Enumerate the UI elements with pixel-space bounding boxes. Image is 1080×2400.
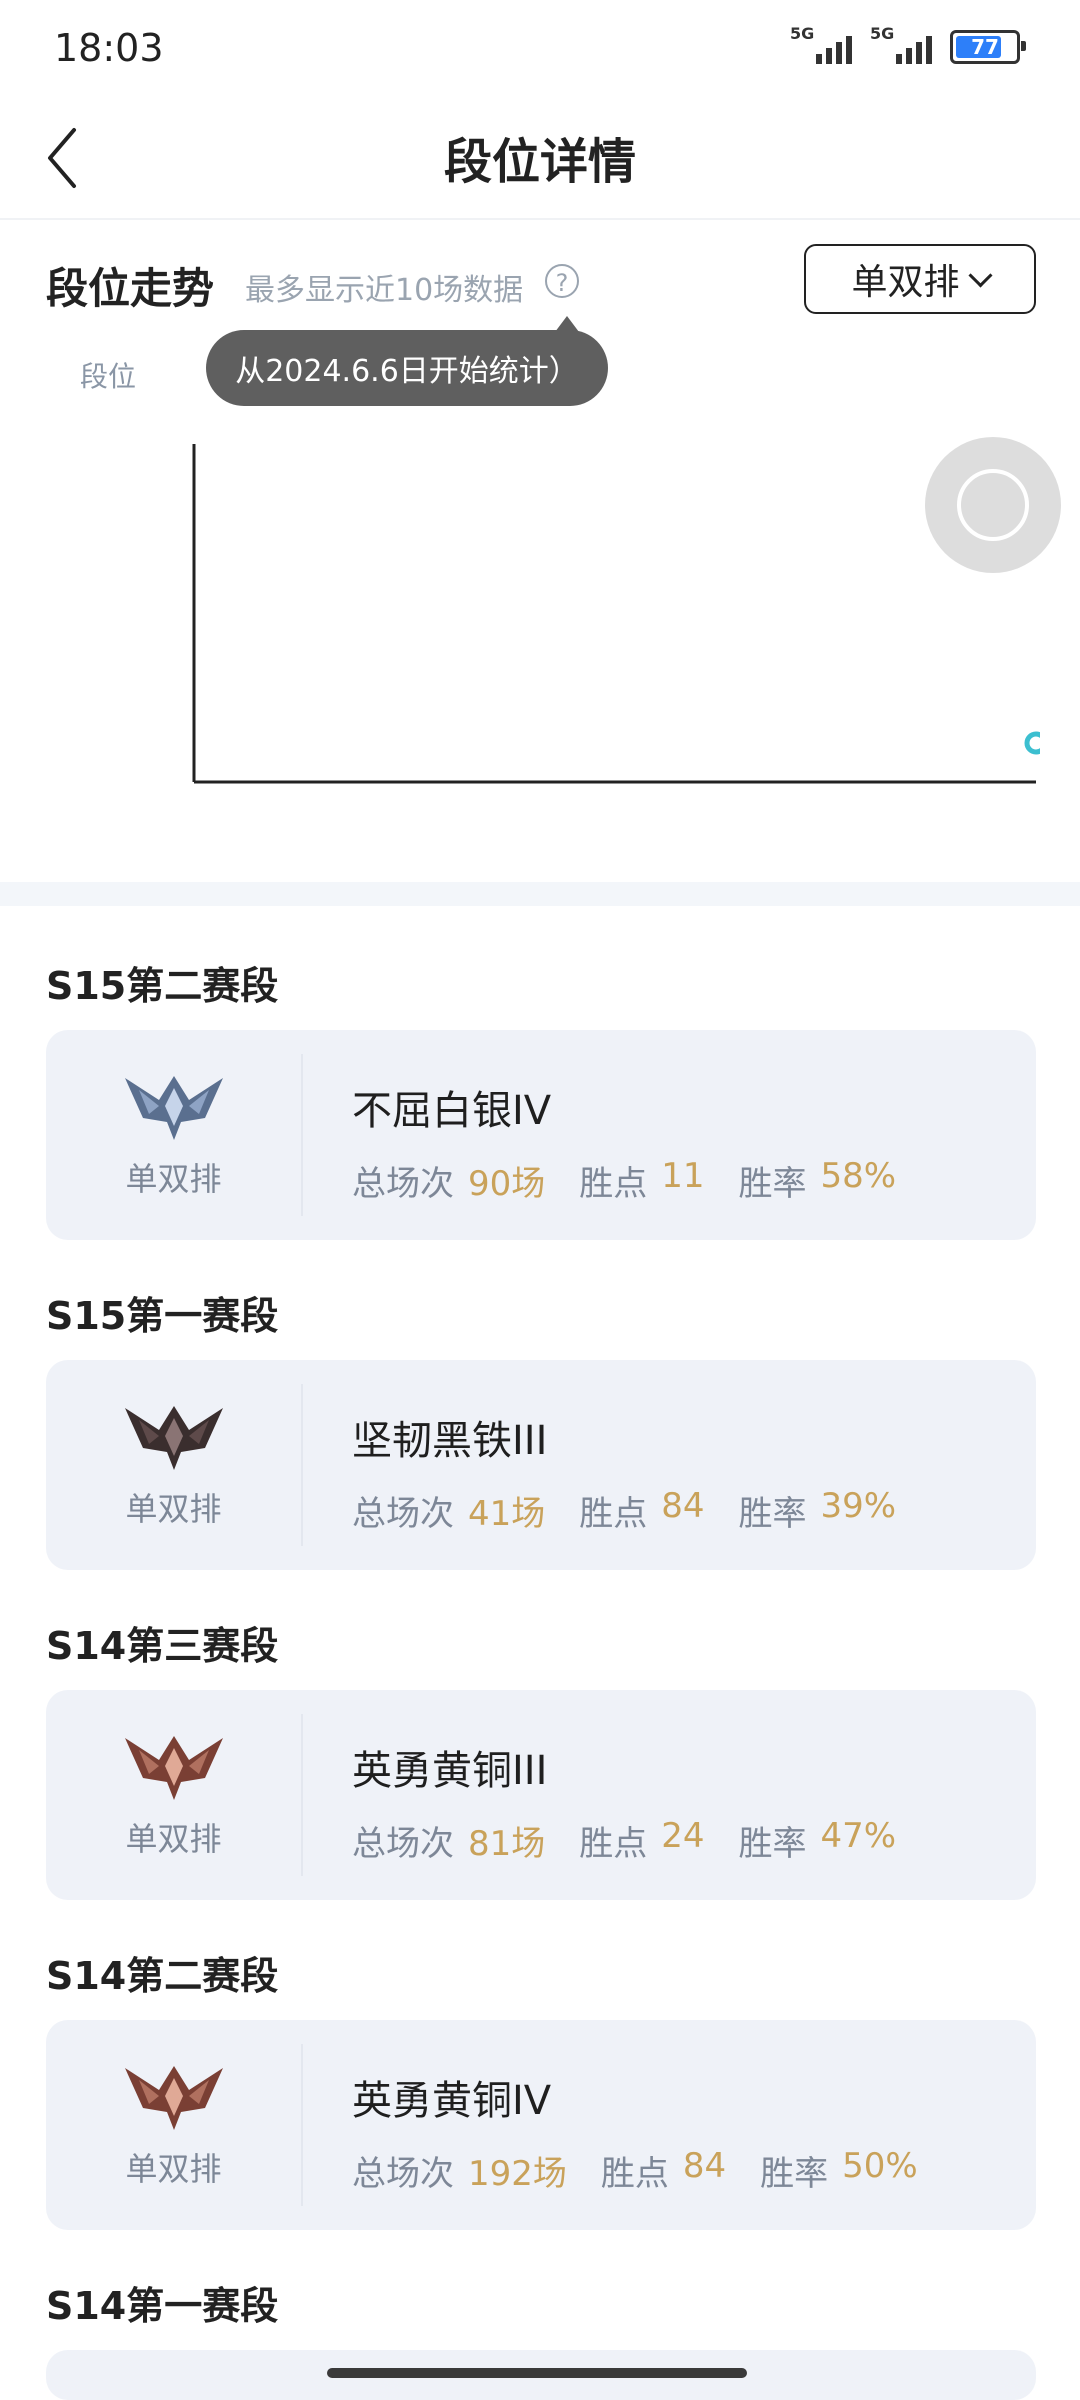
rank-name: 英勇黄铜IV bbox=[352, 2078, 552, 2124]
season-card[interactable]: 单双排 不屈白银IV 总场次 90场 胜点 11 胜率 58% bbox=[46, 1030, 1036, 1240]
total-games-value: 192场 bbox=[468, 2154, 567, 2194]
signal-icon: 5G bbox=[870, 24, 932, 64]
total-games-label: 总场次 bbox=[352, 1494, 454, 1534]
iron-emblem-icon bbox=[124, 1406, 223, 1470]
season-title: S14第三赛段 bbox=[46, 1624, 279, 1668]
status-icons: 5G 5G 77 bbox=[790, 24, 1026, 64]
trend-title: 段位走势 bbox=[46, 264, 215, 313]
lp-label: 胜点 bbox=[579, 1494, 648, 1534]
data-point bbox=[1024, 731, 1040, 755]
stats-row: 总场次 81场 胜点 24 胜率 47% bbox=[352, 1816, 930, 1865]
season-title: S15第二赛段 bbox=[46, 964, 279, 1008]
lp-label: 胜点 bbox=[579, 1164, 648, 1204]
header-divider bbox=[0, 218, 1080, 220]
help-icon[interactable]: ? bbox=[545, 264, 579, 298]
total-games-label: 总场次 bbox=[352, 1164, 454, 1204]
season-title: S14第一赛段 bbox=[46, 2284, 279, 2328]
signal-tag: 5G bbox=[790, 24, 815, 43]
lp-value: 11 bbox=[661, 1156, 705, 1196]
lp-label: 胜点 bbox=[579, 1824, 648, 1864]
total-games-value: 90场 bbox=[468, 1164, 546, 1204]
assistive-ring-icon bbox=[957, 469, 1029, 541]
win-rate-value: 47% bbox=[820, 1816, 897, 1856]
lp-value: 84 bbox=[661, 1486, 705, 1526]
season-card[interactable]: 单双排 英勇黄铜IV 总场次 192场 胜点 84 胜率 50% bbox=[46, 2020, 1036, 2230]
season-title: S15第一赛段 bbox=[46, 1294, 279, 1338]
win-rate-label: 胜率 bbox=[738, 1824, 807, 1864]
card-divider bbox=[301, 1714, 303, 1876]
card-divider bbox=[301, 1054, 303, 1216]
win-rate-label: 胜率 bbox=[760, 2154, 829, 2194]
season-card[interactable]: 单双排 英勇黄铜III 总场次 81场 胜点 24 胜率 47% bbox=[46, 1690, 1036, 1900]
home-indicator[interactable] bbox=[327, 2368, 747, 2378]
total-games-value: 81场 bbox=[468, 1824, 546, 1864]
bronze-emblem-icon bbox=[124, 2066, 223, 2130]
queue-label: 单双排 bbox=[125, 1490, 222, 1528]
trend-hint: 最多显示近10场数据 bbox=[245, 273, 524, 308]
queue-label: 单双排 bbox=[125, 2150, 222, 2188]
floating-assistive-button[interactable] bbox=[925, 437, 1061, 573]
stats-row: 总场次 90场 胜点 11 胜率 58% bbox=[352, 1156, 930, 1205]
queue-label: 单双排 bbox=[125, 1160, 222, 1198]
status-time: 18:03 bbox=[54, 26, 164, 70]
chevron-down-icon bbox=[967, 262, 993, 288]
win-rate-value: 50% bbox=[842, 2146, 918, 2186]
page-title: 段位详情 bbox=[443, 134, 636, 190]
signal-icon: 5G bbox=[790, 24, 852, 64]
total-games-label: 总场次 bbox=[352, 1824, 454, 1864]
stats-row: 总场次 192场 胜点 84 胜率 50% bbox=[352, 2146, 952, 2195]
lp-label: 胜点 bbox=[600, 2154, 669, 2194]
win-rate-label: 胜率 bbox=[738, 1494, 807, 1534]
y-axis-label: 段位 bbox=[80, 360, 137, 393]
season-card[interactable]: 单双排 坚韧黑铁III 总场次 41场 胜点 84 胜率 39% bbox=[46, 1360, 1036, 1570]
bronze-emblem-icon bbox=[124, 1736, 223, 1800]
battery-icon: 77 bbox=[950, 30, 1026, 64]
queue-type-dropdown[interactable]: 单双排 bbox=[804, 244, 1036, 314]
lp-value: 84 bbox=[682, 2146, 727, 2186]
dropdown-label: 单双排 bbox=[851, 262, 960, 303]
win-rate-value: 58% bbox=[820, 1156, 897, 1196]
win-rate-label: 胜率 bbox=[738, 1164, 807, 1204]
silver-emblem-icon bbox=[124, 1076, 223, 1140]
card-divider bbox=[301, 2044, 303, 2206]
rank-trend-chart bbox=[192, 444, 1040, 784]
total-games-label: 总场次 bbox=[352, 2154, 454, 2194]
lp-value: 24 bbox=[661, 1816, 705, 1856]
stats-row: 总场次 41场 胜点 84 胜率 39% bbox=[352, 1486, 930, 1535]
season-title: S14第二赛段 bbox=[46, 1954, 279, 1998]
rank-name: 坚韧黑铁III bbox=[352, 1418, 548, 1464]
section-separator bbox=[0, 882, 1080, 906]
signal-tag: 5G bbox=[870, 24, 895, 43]
card-divider bbox=[301, 1384, 303, 1546]
rank-name: 英勇黄铜III bbox=[352, 1748, 548, 1794]
total-games-value: 41场 bbox=[468, 1494, 546, 1534]
battery-level: 77 bbox=[971, 35, 999, 59]
rank-name: 不屈白银IV bbox=[352, 1088, 552, 1134]
queue-label: 单双排 bbox=[125, 1820, 222, 1858]
tooltip: 从2024.6.6日开始统计） bbox=[206, 330, 608, 406]
win-rate-value: 39% bbox=[820, 1486, 897, 1526]
